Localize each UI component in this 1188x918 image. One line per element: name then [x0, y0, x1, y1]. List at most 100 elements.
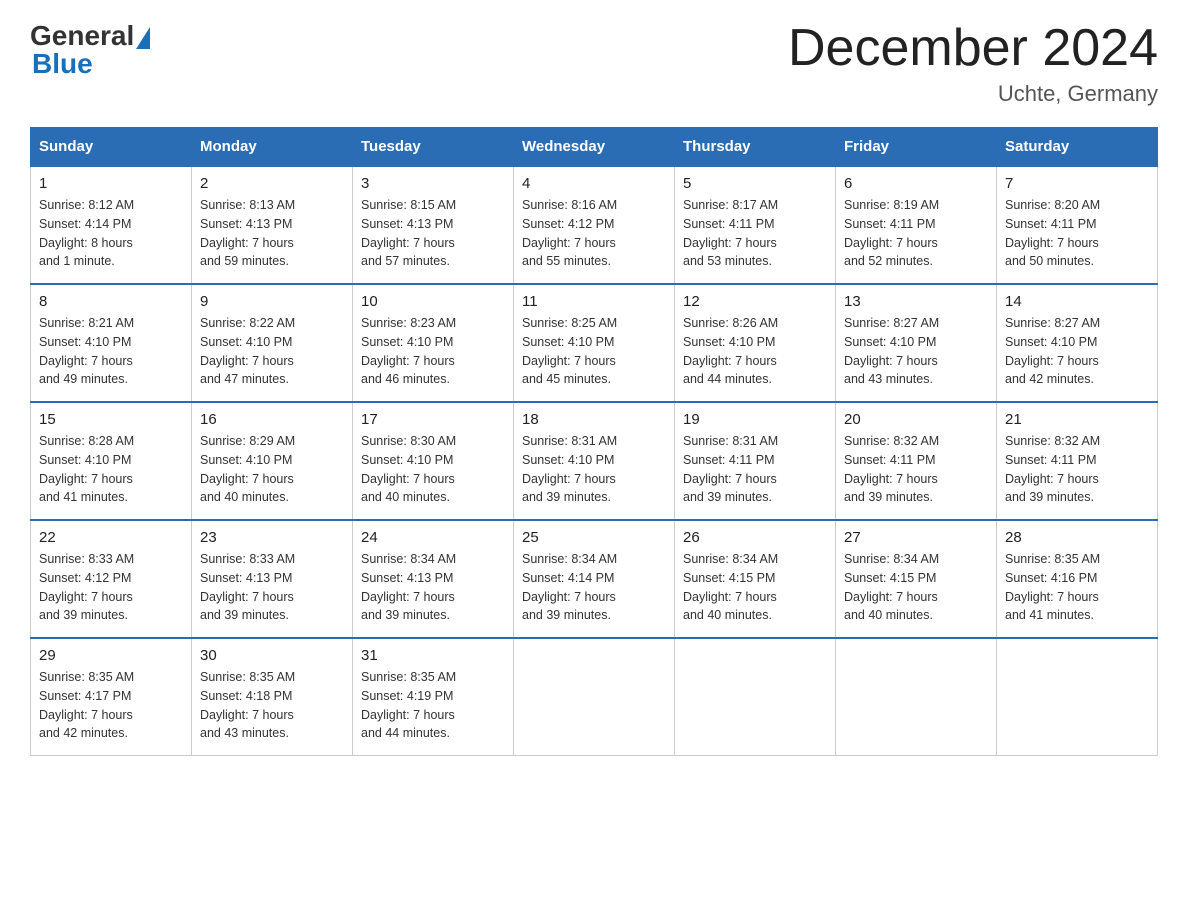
day-header-row: SundayMondayTuesdayWednesdayThursdayFrid… [31, 128, 1158, 167]
day-info: Sunrise: 8:20 AMSunset: 4:11 PMDaylight:… [1005, 196, 1149, 271]
calendar-cell [514, 638, 675, 756]
day-header-wednesday: Wednesday [514, 128, 675, 167]
day-info: Sunrise: 8:27 AMSunset: 4:10 PMDaylight:… [844, 314, 988, 389]
calendar-cell: 7 Sunrise: 8:20 AMSunset: 4:11 PMDayligh… [997, 166, 1158, 284]
day-info: Sunrise: 8:34 AMSunset: 4:15 PMDaylight:… [844, 550, 988, 625]
week-row-3: 15 Sunrise: 8:28 AMSunset: 4:10 PMDaylig… [31, 402, 1158, 520]
calendar-cell: 9 Sunrise: 8:22 AMSunset: 4:10 PMDayligh… [192, 284, 353, 402]
day-header-friday: Friday [836, 128, 997, 167]
day-info: Sunrise: 8:16 AMSunset: 4:12 PMDaylight:… [522, 196, 666, 271]
calendar-cell: 6 Sunrise: 8:19 AMSunset: 4:11 PMDayligh… [836, 166, 997, 284]
week-row-5: 29 Sunrise: 8:35 AMSunset: 4:17 PMDaylig… [31, 638, 1158, 756]
day-info: Sunrise: 8:21 AMSunset: 4:10 PMDaylight:… [39, 314, 183, 389]
calendar-cell: 25 Sunrise: 8:34 AMSunset: 4:14 PMDaylig… [514, 520, 675, 638]
day-number: 16 [200, 411, 344, 428]
day-info: Sunrise: 8:29 AMSunset: 4:10 PMDaylight:… [200, 432, 344, 507]
day-info: Sunrise: 8:25 AMSunset: 4:10 PMDaylight:… [522, 314, 666, 389]
title-area: December 2024 Uchte, Germany [788, 20, 1158, 107]
calendar-cell: 17 Sunrise: 8:30 AMSunset: 4:10 PMDaylig… [353, 402, 514, 520]
day-info: Sunrise: 8:22 AMSunset: 4:10 PMDaylight:… [200, 314, 344, 389]
day-number: 27 [844, 529, 988, 546]
calendar-cell: 22 Sunrise: 8:33 AMSunset: 4:12 PMDaylig… [31, 520, 192, 638]
logo-blue-text: Blue [32, 48, 93, 79]
day-header-thursday: Thursday [675, 128, 836, 167]
calendar-cell: 30 Sunrise: 8:35 AMSunset: 4:18 PMDaylig… [192, 638, 353, 756]
calendar-cell: 16 Sunrise: 8:29 AMSunset: 4:10 PMDaylig… [192, 402, 353, 520]
day-number: 21 [1005, 411, 1149, 428]
day-info: Sunrise: 8:17 AMSunset: 4:11 PMDaylight:… [683, 196, 827, 271]
day-number: 22 [39, 529, 183, 546]
day-number: 29 [39, 647, 183, 664]
week-row-2: 8 Sunrise: 8:21 AMSunset: 4:10 PMDayligh… [31, 284, 1158, 402]
day-number: 8 [39, 293, 183, 310]
week-row-4: 22 Sunrise: 8:33 AMSunset: 4:12 PMDaylig… [31, 520, 1158, 638]
calendar-cell: 4 Sunrise: 8:16 AMSunset: 4:12 PMDayligh… [514, 166, 675, 284]
day-info: Sunrise: 8:31 AMSunset: 4:11 PMDaylight:… [683, 432, 827, 507]
day-info: Sunrise: 8:26 AMSunset: 4:10 PMDaylight:… [683, 314, 827, 389]
day-number: 17 [361, 411, 505, 428]
calendar-cell: 8 Sunrise: 8:21 AMSunset: 4:10 PMDayligh… [31, 284, 192, 402]
day-info: Sunrise: 8:33 AMSunset: 4:13 PMDaylight:… [200, 550, 344, 625]
day-info: Sunrise: 8:34 AMSunset: 4:14 PMDaylight:… [522, 550, 666, 625]
day-info: Sunrise: 8:32 AMSunset: 4:11 PMDaylight:… [844, 432, 988, 507]
calendar-cell [675, 638, 836, 756]
day-number: 3 [361, 175, 505, 192]
calendar-cell: 31 Sunrise: 8:35 AMSunset: 4:19 PMDaylig… [353, 638, 514, 756]
day-number: 20 [844, 411, 988, 428]
calendar-cell: 12 Sunrise: 8:26 AMSunset: 4:10 PMDaylig… [675, 284, 836, 402]
calendar-cell: 13 Sunrise: 8:27 AMSunset: 4:10 PMDaylig… [836, 284, 997, 402]
day-number: 23 [200, 529, 344, 546]
day-number: 5 [683, 175, 827, 192]
calendar-cell: 23 Sunrise: 8:33 AMSunset: 4:13 PMDaylig… [192, 520, 353, 638]
calendar-cell: 15 Sunrise: 8:28 AMSunset: 4:10 PMDaylig… [31, 402, 192, 520]
calendar-cell: 11 Sunrise: 8:25 AMSunset: 4:10 PMDaylig… [514, 284, 675, 402]
day-number: 7 [1005, 175, 1149, 192]
logo-triangle-icon [136, 27, 150, 49]
day-info: Sunrise: 8:30 AMSunset: 4:10 PMDaylight:… [361, 432, 505, 507]
calendar-cell: 26 Sunrise: 8:34 AMSunset: 4:15 PMDaylig… [675, 520, 836, 638]
calendar-cell: 3 Sunrise: 8:15 AMSunset: 4:13 PMDayligh… [353, 166, 514, 284]
calendar-cell: 1 Sunrise: 8:12 AMSunset: 4:14 PMDayligh… [31, 166, 192, 284]
day-info: Sunrise: 8:13 AMSunset: 4:13 PMDaylight:… [200, 196, 344, 271]
day-header-tuesday: Tuesday [353, 128, 514, 167]
calendar-cell: 2 Sunrise: 8:13 AMSunset: 4:13 PMDayligh… [192, 166, 353, 284]
day-info: Sunrise: 8:35 AMSunset: 4:18 PMDaylight:… [200, 668, 344, 743]
day-header-sunday: Sunday [31, 128, 192, 167]
calendar-cell: 10 Sunrise: 8:23 AMSunset: 4:10 PMDaylig… [353, 284, 514, 402]
calendar-cell: 20 Sunrise: 8:32 AMSunset: 4:11 PMDaylig… [836, 402, 997, 520]
day-number: 6 [844, 175, 988, 192]
day-header-monday: Monday [192, 128, 353, 167]
day-info: Sunrise: 8:34 AMSunset: 4:13 PMDaylight:… [361, 550, 505, 625]
location-title: Uchte, Germany [788, 81, 1158, 107]
day-number: 10 [361, 293, 505, 310]
day-info: Sunrise: 8:33 AMSunset: 4:12 PMDaylight:… [39, 550, 183, 625]
day-number: 18 [522, 411, 666, 428]
day-number: 9 [200, 293, 344, 310]
day-number: 13 [844, 293, 988, 310]
day-info: Sunrise: 8:34 AMSunset: 4:15 PMDaylight:… [683, 550, 827, 625]
week-row-1: 1 Sunrise: 8:12 AMSunset: 4:14 PMDayligh… [31, 166, 1158, 284]
calendar-cell [836, 638, 997, 756]
logo: General Blue [30, 20, 152, 80]
calendar-table: SundayMondayTuesdayWednesdayThursdayFrid… [30, 127, 1158, 756]
calendar-header: SundayMondayTuesdayWednesdayThursdayFrid… [31, 128, 1158, 167]
day-info: Sunrise: 8:31 AMSunset: 4:10 PMDaylight:… [522, 432, 666, 507]
day-header-saturday: Saturday [997, 128, 1158, 167]
calendar-body: 1 Sunrise: 8:12 AMSunset: 4:14 PMDayligh… [31, 166, 1158, 756]
day-number: 14 [1005, 293, 1149, 310]
day-info: Sunrise: 8:19 AMSunset: 4:11 PMDaylight:… [844, 196, 988, 271]
day-info: Sunrise: 8:23 AMSunset: 4:10 PMDaylight:… [361, 314, 505, 389]
day-info: Sunrise: 8:15 AMSunset: 4:13 PMDaylight:… [361, 196, 505, 271]
day-info: Sunrise: 8:35 AMSunset: 4:17 PMDaylight:… [39, 668, 183, 743]
calendar-cell [997, 638, 1158, 756]
day-number: 4 [522, 175, 666, 192]
calendar-cell: 14 Sunrise: 8:27 AMSunset: 4:10 PMDaylig… [997, 284, 1158, 402]
day-number: 28 [1005, 529, 1149, 546]
day-number: 24 [361, 529, 505, 546]
day-number: 19 [683, 411, 827, 428]
calendar-cell: 19 Sunrise: 8:31 AMSunset: 4:11 PMDaylig… [675, 402, 836, 520]
day-info: Sunrise: 8:35 AMSunset: 4:19 PMDaylight:… [361, 668, 505, 743]
calendar-cell: 27 Sunrise: 8:34 AMSunset: 4:15 PMDaylig… [836, 520, 997, 638]
month-title: December 2024 [788, 20, 1158, 77]
day-number: 30 [200, 647, 344, 664]
